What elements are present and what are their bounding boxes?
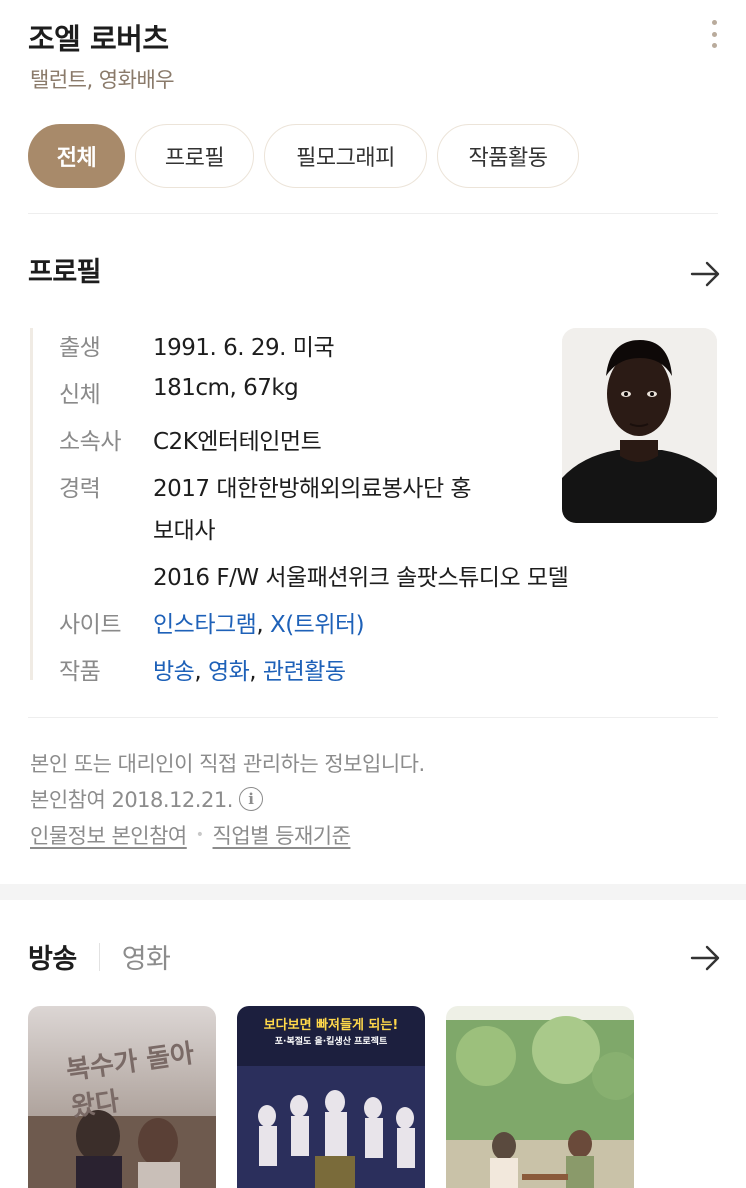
profile-row-career-2: 2016 F/W 서울패션위크 솔팟스튜디오 모델 [59,558,569,592]
divider [28,213,718,214]
poster-subtitle: 포·복절도 올·킬생산 프로젝트 [274,1037,388,1047]
category-tabs: 전체 프로필 필모그래피 작품활동 [28,124,579,188]
profile-label: 신체 [59,382,101,408]
birth-value: 1991. 6. 29. 미국 [153,335,335,361]
notice-links: 인물정보 본인참여 • 직업별 등재기준 [30,820,351,850]
profile-label: 사이트 [59,612,121,638]
career-line: 2016 F/W 서울패션위크 솔팟스튜디오 모델 [153,565,569,591]
profile-row-site: 사이트 인스타그램, X(트위터) [59,605,365,639]
listing-criteria-link[interactable]: 직업별 등재기준 [213,820,351,850]
tab-broadcast[interactable]: 방송 [28,937,77,976]
arrow-right-icon[interactable] [690,944,722,972]
info-icon[interactable]: i [238,787,263,811]
profile-label: 경력 [59,476,101,502]
person-name: 조엘 로버츠 [28,22,169,56]
works-broadcast-link[interactable]: 방송 [153,659,195,685]
poster-card[interactable]: 보다보면 빠져들게 되는! 포·복절도 올·킬생산 프로젝트 [237,1006,425,1188]
separator-dot: • [195,827,204,843]
arrow-right-icon[interactable] [690,260,722,288]
poster-card[interactable]: 복수가 돌아왔다 [28,1006,216,1188]
participation-date: 본인참여 2018.12.21. i [30,784,263,814]
tab-movie[interactable]: 영화 [122,937,171,976]
instagram-link[interactable]: 인스타그램 [153,612,257,638]
twitter-link[interactable]: X(트위터) [270,612,365,638]
profile-info: 출생 1991. 6. 29. 미국 신체 181cm, 67kg 소속사 C2… [30,328,650,685]
person-header: 조엘 로버츠 탤런트, 영화배우 전체 프로필 필모그래피 작품활동 [0,0,746,215]
career-line: 2017 대한한방해외의료봉사단 홍 [153,476,472,502]
media-tabs: 방송 영화 [28,937,171,976]
profile-row-agency: 소속사 C2K엔터테인먼트 [59,422,322,456]
profile-photo[interactable] [562,328,717,523]
profile-row-career-cont: 보대사 [59,511,215,545]
profile-label: 출생 [59,335,101,361]
profile-row-career: 경력 2017 대한한방해외의료봉사단 홍 [59,469,472,503]
participation-date-text: 본인참여 2018.12.21. [30,788,233,812]
tab-works[interactable]: 작품활동 [437,124,579,188]
profile-section-title: 프로필 [28,257,102,288]
more-options-icon[interactable] [703,18,725,50]
tab-all[interactable]: 전체 [28,124,125,188]
profile-label: 소속사 [59,429,121,455]
body-value: 181cm, 67kg [153,375,299,401]
poster-card[interactable] [446,1006,634,1188]
career-line: 보대사 [153,518,215,544]
self-participation-link[interactable]: 인물정보 본인참여 [30,820,187,850]
profile-row-body: 신체 181cm, 67kg [59,375,299,409]
divider [28,717,718,718]
works-movie-link[interactable]: 영화 [208,659,250,685]
profile-row-birth: 출생 1991. 6. 29. 미국 [59,328,335,362]
profile-label: 작품 [59,659,101,685]
person-occupation: 탤런트, 영화배우 [30,68,175,92]
tab-profile[interactable]: 프로필 [135,124,254,188]
tab-filmography[interactable]: 필모그래피 [264,124,427,188]
managed-notice: 본인 또는 대리인이 직접 관리하는 정보입니다. [30,752,425,776]
section-separator [0,884,746,900]
works-activity-link[interactable]: 관련활동 [263,659,346,685]
profile-row-works: 작품 방송, 영화, 관련활동 [59,652,346,686]
poster-title: 보다보면 빠져들게 되는! [263,1018,399,1033]
agency-link[interactable]: C2K엔터테인먼트 [153,422,322,456]
